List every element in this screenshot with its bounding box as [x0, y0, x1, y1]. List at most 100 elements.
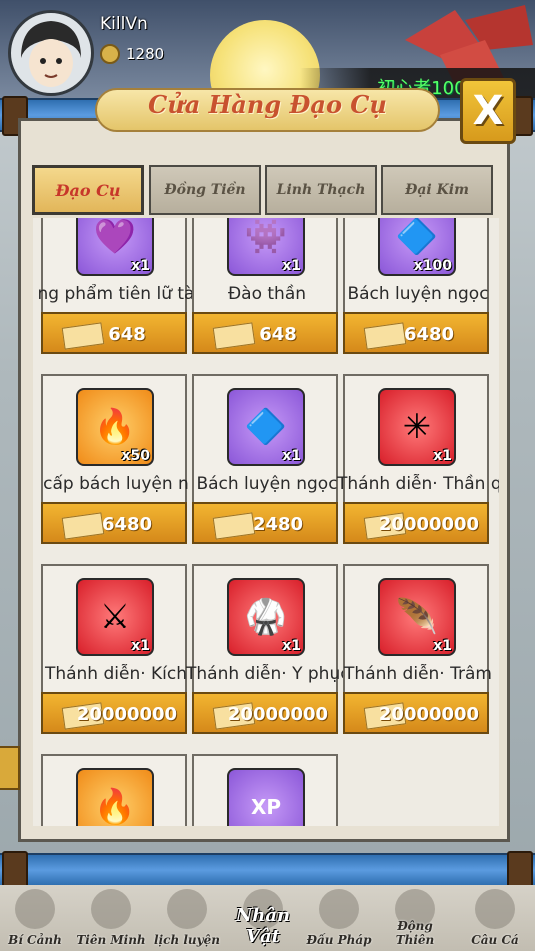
price-value: 648	[259, 324, 297, 345]
price-button[interactable]: 648	[41, 312, 187, 354]
nav-dong-thien[interactable]: Động Thiên	[380, 885, 450, 951]
price-button[interactable]: 20000000	[41, 692, 187, 734]
shop-item[interactable]: ⚔ x1 Thánh diễn· Kích 20000000	[41, 564, 187, 738]
nav-label: Đấu Pháp	[306, 933, 372, 947]
price-value: 20000000	[76, 704, 178, 725]
item-icon-frame: 🔷 x1	[227, 388, 305, 466]
price-value: 6480	[403, 324, 455, 345]
training-icon	[167, 889, 207, 929]
nav-nhan-vat[interactable]: Nhân Vật	[228, 885, 298, 951]
item-icon-frame: ✳ x1	[378, 388, 456, 466]
item-name: Thánh diễn· Trâm	[344, 664, 492, 684]
item-name: Thánh diễn· Y phục	[186, 664, 348, 684]
price-button[interactable]: 6480	[41, 502, 187, 544]
item-card: 👾 x1 Đào thần	[192, 218, 338, 316]
item-qty: x1	[131, 638, 150, 654]
item-qty: x1	[282, 448, 301, 464]
price-button[interactable]: 6480	[343, 312, 489, 354]
item-qty: x1	[433, 638, 452, 654]
nav-lich-luyen[interactable]: lịch luyện	[152, 885, 222, 951]
shop-title: Cửa Hàng Đạo Cụ	[148, 90, 387, 119]
nav-bi-canh[interactable]: Bí Cảnh	[0, 885, 70, 951]
price-button[interactable]: 20000000	[343, 692, 489, 734]
item-qty: x1	[282, 258, 301, 274]
red-crystal-icon: 🔥	[93, 787, 137, 826]
nav-label: Câu Cá	[471, 933, 519, 947]
item-card: 🔥	[41, 754, 187, 826]
warrior-icon	[91, 889, 131, 929]
shop-item[interactable]: 🔷 x1 Bách luyện ngọc 2480	[192, 374, 338, 548]
shop-item[interactable]: 🔥	[41, 754, 187, 826]
tab-dao-cu[interactable]: Đạo Cụ	[32, 165, 144, 215]
coin-value: 1280	[126, 45, 165, 63]
item-icon-frame: 👾 x1	[227, 218, 305, 276]
price-button[interactable]: 20000000	[343, 502, 489, 544]
price-button[interactable]: 648	[192, 312, 338, 354]
shop-item[interactable]: 🔷 x100 Bách luyện ngọc 6480	[343, 218, 489, 358]
nav-label: lịch luyện	[154, 933, 220, 947]
shop-item[interactable]: 👾 x1 Đào thần 648	[192, 218, 338, 358]
coin-display: 1280	[100, 44, 164, 64]
price-value: 648	[108, 324, 146, 345]
player-avatar[interactable]	[8, 10, 94, 96]
fish-icon	[475, 889, 515, 929]
item-icon-frame: 🔥 x50	[76, 388, 154, 466]
shop-item[interactable]: 🥋 x1 Thánh diễn· Y phục 20000000	[186, 564, 348, 738]
item-card: 🥋 x1 Thánh diễn· Y phục	[186, 564, 348, 696]
item-name: Thánh diễn· Thần qua	[337, 474, 499, 494]
item-icon-frame: 💜 x1	[76, 218, 154, 276]
close-button[interactable]: X	[460, 78, 516, 144]
item-card: ✳ x1 Thánh diễn· Thần qua	[337, 374, 499, 506]
item-qty: x50	[121, 448, 150, 464]
item-name: Thánh diễn· Kích	[44, 664, 188, 684]
item-icon-frame: 🥋 x1	[227, 578, 305, 656]
nav-dau-phap[interactable]: Đấu Pháp	[304, 885, 374, 951]
player-name: KillVn	[100, 14, 148, 34]
shop-item[interactable]: ✳ x1 Thánh diễn· Thần qua 20000000	[337, 374, 499, 548]
item-card: 💜 x1 ng phẩm tiên lữ tà	[38, 218, 194, 316]
bottom-nav: Bí Cảnh Tiên Minh lịch luyện Nhân Vật Đấ…	[0, 885, 535, 951]
shop-item[interactable]: 💜 x1 ng phẩm tiên lữ tà 648	[38, 218, 194, 358]
item-grid[interactable]: 💜 x1 ng phẩm tiên lữ tà 648 👾 x1 Đào thầ…	[33, 218, 499, 826]
item-icon-frame: XP	[227, 768, 305, 826]
shop-item[interactable]: 🔥 x50 cấp bách luyện n 6480	[41, 374, 189, 548]
item-card: XP	[192, 754, 338, 826]
item-name: cấp bách luyện n	[43, 474, 189, 494]
shop-item[interactable]: 🪶 x1 Thánh diễn· Trâm 20000000	[343, 564, 492, 738]
coin-icon	[100, 44, 120, 64]
xp-stone-icon: XP	[250, 795, 282, 819]
nav-label: Bí Cảnh	[8, 933, 62, 947]
shop-tabs: Đạo Cụ Đồng Tiền Linh Thạch Đại Kim Khoá…	[32, 165, 498, 244]
nav-label: Nhân Vật	[235, 905, 291, 947]
tab-dai-kim-khoan[interactable]: Đại Kim Khoán	[381, 165, 493, 244]
item-card: 🔥 x50 cấp bách luyện n	[41, 374, 189, 506]
item-qty: x100	[413, 258, 452, 274]
item-qty: x1	[282, 638, 301, 654]
price-value: 20000000	[378, 514, 480, 535]
price-button[interactable]: 2480	[192, 502, 338, 544]
nav-tien-minh[interactable]: Tiên Minh	[76, 885, 146, 951]
nav-cau-ca[interactable]: Câu Cá	[460, 885, 530, 951]
shop-item[interactable]: XP	[192, 754, 338, 826]
item-name: Bách luyện ngọc	[347, 284, 489, 304]
item-name: ng phẩm tiên lữ tà	[37, 284, 195, 304]
price-value: 6480	[101, 514, 153, 535]
item-qty: x1	[433, 448, 452, 464]
shop-title-banner: Cửa Hàng Đạo Cụ	[95, 82, 440, 132]
item-qty: x1	[131, 258, 150, 274]
cauldron-icon	[319, 889, 359, 929]
scroll-rod-bottom	[0, 851, 535, 891]
item-name: Đào thần	[227, 284, 307, 304]
item-name: Bách luyện ngọc	[196, 474, 338, 494]
price-button[interactable]: 20000000	[192, 692, 338, 734]
item-card: ⚔ x1 Thánh diễn· Kích	[41, 564, 187, 696]
item-icon-frame: ⚔ x1	[76, 578, 154, 656]
item-card: 🔷 x1 Bách luyện ngọc	[192, 374, 338, 506]
price-value: 20000000	[227, 704, 329, 725]
tab-linh-thach[interactable]: Linh Thạch	[265, 165, 377, 215]
character-face-icon	[21, 21, 81, 87]
side-drawer-tab[interactable]	[0, 746, 20, 790]
item-icon-frame: 🔷 x100	[378, 218, 456, 276]
tab-dong-tien[interactable]: Đồng Tiền	[149, 165, 261, 215]
price-value: 20000000	[378, 704, 480, 725]
